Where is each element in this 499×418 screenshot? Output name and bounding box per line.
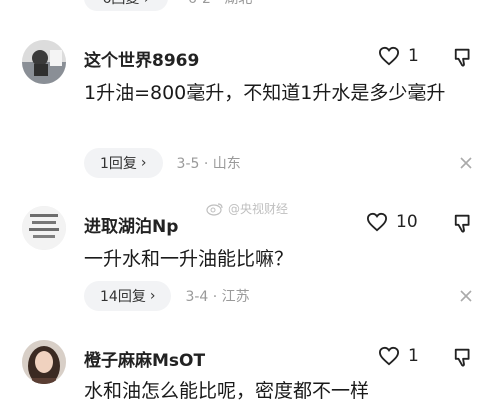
avatar[interactable] (22, 40, 66, 84)
comment-location: 江苏 (221, 289, 250, 305)
comment-date-location: 3-5 · 山东 (176, 156, 241, 172)
like-count: 1 (408, 46, 419, 66)
chevron-right-icon: › (140, 155, 147, 171)
heart-icon (366, 212, 388, 232)
watermark-text: @央视财经 (228, 202, 289, 216)
like-button[interactable]: 1 (378, 346, 419, 366)
close-icon[interactable] (459, 289, 473, 303)
comment-text: 水和油怎么能比呢，密度都不一样 (84, 380, 370, 402)
watermark: @央视财经 (206, 200, 288, 217)
avatar-photo (22, 40, 66, 84)
comment-date-location: 3-4 · 江苏 (185, 289, 250, 305)
weibo-icon (206, 202, 223, 216)
heart-icon (378, 46, 400, 66)
like-button[interactable]: 1 (378, 46, 419, 66)
heart-icon (378, 346, 400, 366)
like-count: 10 (396, 212, 418, 232)
thumbs-down-icon[interactable] (453, 346, 475, 368)
comment-meta: 14回复 › 3-4 · 江苏 (84, 281, 250, 311)
avatar-photo (22, 340, 66, 384)
thumbs-down-icon[interactable] (453, 212, 475, 234)
avatar-photo (22, 206, 66, 250)
reply-count: 1回复 (100, 156, 137, 172)
comment-date: 3-4 (185, 289, 209, 305)
comment-text: 一升水和一升油能比嘛？ (84, 248, 294, 270)
comment-date: 3-5 (176, 156, 200, 172)
comment-text: 1升油=800毫升，不知道1升水是多少毫升 (84, 82, 446, 104)
comment-meta: 1回复 › 3-5 · 山东 (84, 148, 241, 178)
avatar[interactable] (22, 206, 66, 250)
reply-count: 14回复 (100, 289, 146, 305)
previous-reply-button[interactable]: 6回复 › (84, 0, 168, 11)
username[interactable]: 这个世界8969 (84, 46, 199, 71)
username[interactable]: 进取湖泊Np (84, 212, 178, 237)
avatar[interactable] (22, 340, 66, 384)
like-button[interactable]: 10 (366, 212, 418, 232)
close-icon[interactable] (459, 156, 473, 170)
previous-comment-meta: 6-2 · 湖北 (188, 0, 252, 8)
reply-button[interactable]: 1回复 › (84, 148, 163, 178)
chevron-right-icon: › (149, 288, 156, 304)
reply-button[interactable]: 14回复 › (84, 281, 172, 311)
previous-comment-remnant: 6回复 › 6-2 · 湖北 (84, 0, 252, 12)
comment-location: 山东 (212, 156, 241, 172)
like-count: 1 (408, 346, 419, 366)
username[interactable]: 橙子麻麻MsOT (84, 346, 205, 371)
thumbs-down-icon[interactable] (453, 46, 475, 68)
